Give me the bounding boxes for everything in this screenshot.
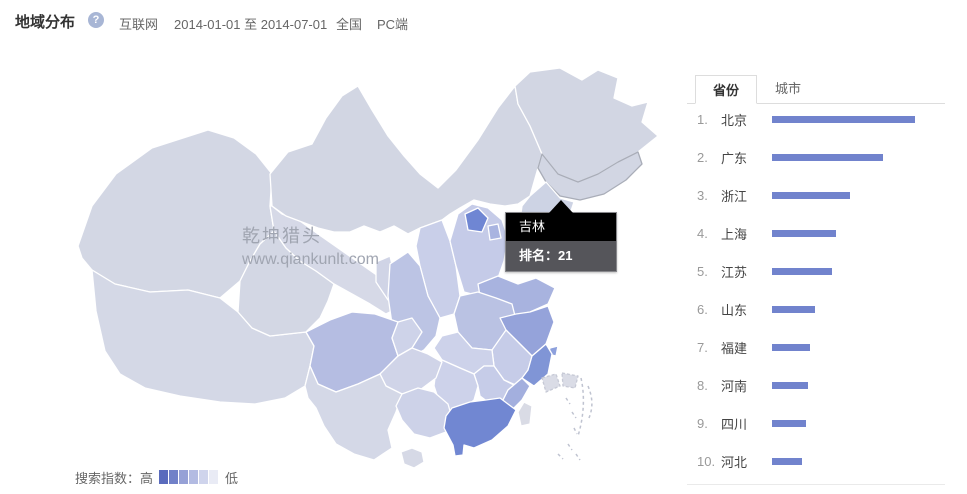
region-inner-mongolia[interactable]	[270, 86, 542, 234]
ranking-row[interactable]: 4.上海	[687, 214, 945, 252]
province-name: 福建	[721, 338, 772, 357]
province-name: 四川	[721, 414, 772, 433]
ranking-row[interactable]: 5.江苏	[687, 252, 945, 290]
region-guangdong[interactable]	[444, 398, 516, 456]
rank-number: 8.	[697, 378, 721, 393]
panel-bottom-divider	[687, 484, 945, 485]
rank-bar	[772, 306, 815, 313]
ranking-row[interactable]: 10.河北	[687, 442, 945, 480]
legend-swatch	[169, 470, 178, 484]
province-name: 山东	[721, 300, 772, 319]
rank-number: 10.	[697, 454, 721, 469]
province-name: 广东	[721, 148, 772, 167]
tooltip-province: 吉林	[506, 213, 616, 241]
nine-dash-line	[558, 378, 592, 460]
rank-bar	[772, 268, 832, 275]
ranking-row[interactable]: 8.河南	[687, 366, 945, 404]
ranking-row[interactable]: 2.广东	[687, 138, 945, 176]
province-name: 河南	[721, 376, 772, 395]
rank-number: 5.	[697, 264, 721, 279]
legend-swatch	[199, 470, 208, 484]
rank-bar	[772, 116, 915, 123]
ranking-row[interactable]: 6.山东	[687, 290, 945, 328]
legend-label: 搜索指数：高	[75, 468, 153, 487]
header: 地域分布 ? 互联网 2014-01-01 至 2014-07-01 全国 PC…	[0, 0, 967, 50]
legend-swatches	[159, 470, 219, 484]
map-tooltip: 吉林 排名：21	[505, 212, 617, 272]
rank-number: 9.	[697, 416, 721, 431]
ranking-row[interactable]: 3.浙江	[687, 176, 945, 214]
rank-bar	[772, 192, 850, 199]
region-hainan[interactable]	[401, 448, 424, 468]
rank-bar	[772, 230, 836, 237]
filter-channel: 互联网	[119, 14, 158, 33]
tab-city[interactable]: 城市	[757, 74, 819, 103]
page-title: 地域分布	[15, 11, 75, 32]
rank-number: 7.	[697, 340, 721, 355]
rank-number: 4.	[697, 226, 721, 241]
filter-platform: PC端	[377, 14, 408, 33]
province-name: 江苏	[721, 262, 772, 281]
rank-bar	[772, 420, 806, 427]
filter-date-range: 2014-01-01 至 2014-07-01	[174, 14, 327, 33]
ranking-row[interactable]: 9.四川	[687, 404, 945, 442]
help-icon[interactable]: ?	[88, 12, 104, 28]
rank-bar	[772, 458, 802, 465]
tooltip-arrow-icon	[549, 200, 573, 213]
ranking-row[interactable]: 7.福建	[687, 328, 945, 366]
china-map	[60, 56, 680, 490]
province-name: 北京	[721, 110, 772, 129]
south-china-sea-island	[542, 374, 560, 392]
tooltip-rank: 排名：21	[506, 241, 616, 271]
legend-label-text: 搜索指数：	[75, 471, 140, 486]
legend-swatch	[179, 470, 188, 484]
filter-region: 全国	[336, 14, 362, 33]
legend-low-label: 低	[225, 468, 238, 487]
south-china-sea-island	[562, 373, 578, 388]
rank-number: 3.	[697, 188, 721, 203]
legend-swatch	[189, 470, 198, 484]
search-index-legend: 搜索指数：高 低	[75, 470, 238, 484]
region-tianjin[interactable]	[488, 224, 501, 240]
rank-number: 1.	[697, 112, 721, 127]
rank-number: 2.	[697, 150, 721, 165]
rank-bar	[772, 382, 808, 389]
province-name: 浙江	[721, 186, 772, 205]
province-name: 上海	[721, 224, 772, 243]
legend-swatch	[209, 470, 218, 484]
province-ranking-list: 1.北京2.广东3.浙江4.上海5.江苏6.山东7.福建8.河南9.四川10.河…	[687, 100, 945, 480]
rank-bar	[772, 154, 883, 161]
rank-number: 6.	[697, 302, 721, 317]
legend-high-label: 高	[140, 471, 153, 486]
rank-bar	[772, 344, 810, 351]
legend-swatch	[159, 470, 168, 484]
province-name: 河北	[721, 452, 772, 471]
ranking-row[interactable]: 1.北京	[687, 100, 945, 138]
region-taiwan[interactable]	[518, 402, 532, 426]
